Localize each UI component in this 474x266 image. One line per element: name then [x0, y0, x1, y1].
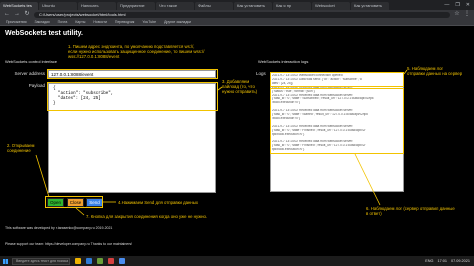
browser-tab[interactable]: Ubuntu: [39, 2, 77, 10]
footer-credits: This software was developed by r.tarasen…: [5, 226, 113, 230]
reload-icon[interactable]: ↻: [24, 10, 30, 19]
folder-icon[interactable]: [75, 258, 81, 264]
app-icon[interactable]: [97, 258, 103, 264]
browser-tab[interactable]: Файлы: [195, 2, 233, 10]
annotation-4: 4.Нажимаем Send для отправки данных: [118, 200, 199, 205]
page-title: WebSockets test utility.: [5, 30, 83, 37]
back-arrow-icon[interactable]: ←: [4, 10, 10, 19]
highlight-response-log: [270, 88, 404, 154]
control-panel-title: WebSockets control interface: [5, 59, 57, 64]
browser-tab[interactable]: Как я пр: [273, 2, 311, 10]
bookmark-item[interactable]: Новости: [93, 20, 107, 24]
browser-tab[interactable]: Как установить: [234, 2, 272, 10]
maximize-icon[interactable]: ❐: [455, 2, 459, 8]
bookmark-item[interactable]: YouTube: [142, 20, 156, 24]
highlight-server-address: [47, 69, 218, 79]
annotation-3: 3. Добавляем пайлоад (то, что нужно отпр…: [222, 79, 258, 95]
app-icon[interactable]: [86, 258, 92, 264]
screen: WebSockets tes Ubuntu Написать Предприят…: [0, 0, 474, 266]
menu-icon[interactable]: ⋮: [464, 10, 470, 19]
bookmark-item[interactable]: Почта: [58, 20, 68, 24]
star-icon[interactable]: ☆: [454, 10, 460, 19]
annotation-7: 7. Кнопка для закрытия соединения когда …: [86, 214, 208, 219]
annotation-6: 6. Наблюдаем лог (сервер отправил данные…: [366, 206, 455, 217]
logs-label: Logs: [256, 71, 266, 76]
start-button[interactable]: [0, 256, 10, 266]
highlight-buttons: [45, 196, 103, 208]
bookmark-item[interactable]: Другие закладки: [164, 20, 191, 24]
server-address-label: Server address: [14, 71, 45, 76]
logs-panel-title: WebSockets interaction logs: [258, 59, 309, 64]
taskbar: Введите здесь текст для поиска ENG 17:01…: [0, 256, 474, 266]
address-bar: ← → ↻ C:/Users/user/projects/websocket/h…: [0, 10, 474, 19]
browser-tab[interactable]: Websocket: [312, 2, 350, 10]
browser-tab[interactable]: Как установить: [351, 2, 389, 10]
payload-label: Payload: [28, 83, 45, 88]
annotation-2: 2. Открываем соединение: [7, 143, 35, 154]
system-tray: ENG 17:01 07.09.2021: [425, 259, 474, 263]
browser-tab-bar: WebSockets tes Ubuntu Написать Предприят…: [0, 0, 474, 10]
clock-date[interactable]: 07.09.2021: [451, 259, 470, 263]
highlight-send-log: [270, 72, 404, 87]
footer-support: Please support our team: https://develop…: [5, 242, 133, 246]
browser-tab[interactable]: Предприятие: [117, 2, 155, 10]
clock-time[interactable]: 17:01: [437, 259, 447, 263]
browser-icon[interactable]: [119, 258, 125, 264]
browser-tab[interactable]: Написать: [78, 2, 116, 10]
close-icon[interactable]: ✕: [466, 2, 470, 8]
annotation-1: 1. Пишем адрес эндпоинта, по умолчанию п…: [68, 44, 205, 60]
bookmark-item[interactable]: Карты: [75, 20, 85, 24]
minimize-icon[interactable]: —: [444, 2, 449, 8]
url-input[interactable]: C:/Users/user/projects/websocket/html/to…: [34, 11, 450, 18]
highlight-payload: [47, 82, 218, 111]
forward-arrow-icon[interactable]: →: [14, 10, 20, 19]
bookmark-item[interactable]: Переводчик: [115, 20, 134, 24]
app-icon[interactable]: [108, 258, 114, 264]
bookmark-item[interactable]: Закладки: [34, 20, 49, 24]
browser-tab[interactable]: WebSockets tes: [0, 2, 38, 10]
annotation-5: 5. Наблюдаем лог отправки данных на серв…: [407, 66, 463, 77]
windows-icon: [2, 258, 8, 264]
window-controls: — ❐ ✕: [444, 2, 474, 8]
taskbar-search-input[interactable]: Введите здесь текст для поиска: [12, 257, 70, 265]
browser-tab[interactable]: Что такое: [156, 2, 194, 10]
bookmark-item[interactable]: Приложения: [6, 20, 26, 24]
language-indicator[interactable]: ENG: [425, 259, 433, 263]
bookmarks-bar: Приложения Закладки Почта Карты Новости …: [0, 19, 474, 26]
